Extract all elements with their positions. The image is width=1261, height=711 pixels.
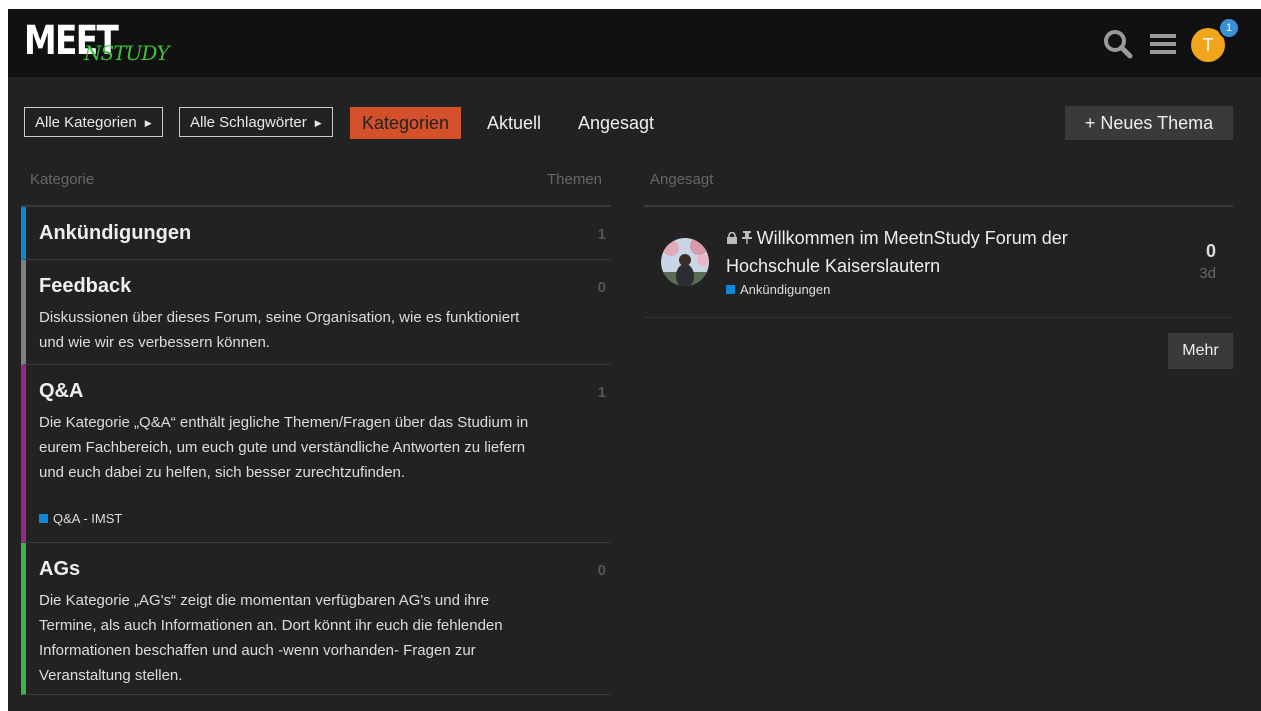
topics-column-header: Themen <box>547 171 603 188</box>
site-header: MEET NSTUDY T 1 <box>8 9 1261 77</box>
category-row-feedback[interactable]: Feedback 0 Diskussionen über dieses Foru… <box>21 260 611 365</box>
category-topic-count: 0 <box>597 279 606 296</box>
category-topic-count: 0 <box>597 562 606 579</box>
all-categories-label: Alle Kategorien <box>35 114 137 131</box>
topic-age[interactable]: 3d <box>1199 265 1216 282</box>
plus-icon: + <box>1084 113 1096 133</box>
topic-author-avatar[interactable] <box>661 238 709 286</box>
category-topic-count: 1 <box>597 384 606 401</box>
topic-title[interactable]: Willkommen im MeetnStudy Forum der Hochs… <box>726 225 1106 280</box>
all-tags-dropdown[interactable]: Alle Schlagwörter ▶ <box>179 107 333 137</box>
topic-post-count: 0 <box>1205 241 1216 261</box>
app-window: MEET NSTUDY T 1 Alle Kategorien ▶ Alle Sc… <box>8 9 1261 711</box>
hamburger-menu-icon[interactable] <box>1146 27 1180 61</box>
all-categories-dropdown[interactable]: Alle Kategorien ▶ <box>24 107 163 137</box>
caret-right-icon: ▶ <box>314 118 322 128</box>
category-color-square <box>39 514 48 523</box>
trending-topic-list: Willkommen im MeetnStudy Forum der Hochs… <box>644 205 1233 318</box>
tab-angesagt[interactable]: Angesagt <box>578 107 654 139</box>
category-row-ankuendigungen[interactable]: Ankündigungen 1 <box>21 207 611 260</box>
navigation-bar: Alle Kategorien ▶ Alle Schlagwörter ▶ Kate… <box>8 77 1261 157</box>
topic-title-text: Willkommen im MeetnStudy Forum der Hochs… <box>726 228 1068 276</box>
topic-category-link[interactable]: Ankündigungen <box>726 282 830 297</box>
category-description: Die Kategorie „Q&A“ enthält jegliche The… <box>39 414 529 481</box>
new-topic-button[interactable]: + Neues Thema <box>1065 106 1233 140</box>
trending-column-header: Angesagt <box>650 171 714 188</box>
subcategory-label: Q&A - IMST <box>53 511 123 526</box>
subcategory-link[interactable]: Q&A - IMST <box>39 511 122 526</box>
category-topic-count: 1 <box>597 226 606 243</box>
category-column-header: Kategorie <box>30 171 95 188</box>
category-list: Ankündigungen 1 Feedback 0 Diskussionen … <box>21 205 611 695</box>
category-name[interactable]: Feedback <box>39 275 131 298</box>
caret-right-icon: ▶ <box>144 118 152 128</box>
category-name[interactable]: Ankündigungen <box>39 222 191 245</box>
category-name[interactable]: Q&A <box>39 380 83 403</box>
category-row-qa[interactable]: Q&A 1 Die Kategorie „Q&A“ enthält jeglic… <box>21 365 611 543</box>
avatar-letter: T <box>1202 35 1214 55</box>
tab-kategorien[interactable]: Kategorien <box>350 107 462 139</box>
category-color-square <box>726 285 735 294</box>
new-topic-label: Neues Thema <box>1100 113 1214 133</box>
notification-badge[interactable]: 1 <box>1218 17 1240 39</box>
site-logo[interactable]: MEET NSTUDY <box>24 19 184 69</box>
category-description: Diskussionen über dieses Forum, seine Or… <box>39 309 520 351</box>
logo-sub-text: NSTUDY <box>84 41 170 65</box>
all-tags-label: Alle Schlagwörter <box>190 114 307 131</box>
search-icon[interactable] <box>1101 27 1135 61</box>
topic-category-label: Ankündigungen <box>740 282 831 297</box>
pin-icon <box>741 228 757 248</box>
category-row-ags[interactable]: AGs 0 Die Kategorie „AG's“ zeigt die mom… <box>21 543 611 695</box>
category-description: Die Kategorie „AG's“ zeigt die momentan … <box>39 592 503 684</box>
tab-aktuell[interactable]: Aktuell <box>487 107 541 139</box>
more-button[interactable]: Mehr <box>1168 333 1233 369</box>
lock-icon <box>726 231 742 247</box>
category-name[interactable]: AGs <box>39 558 80 581</box>
topic-row[interactable]: Willkommen im MeetnStudy Forum der Hochs… <box>644 207 1233 318</box>
